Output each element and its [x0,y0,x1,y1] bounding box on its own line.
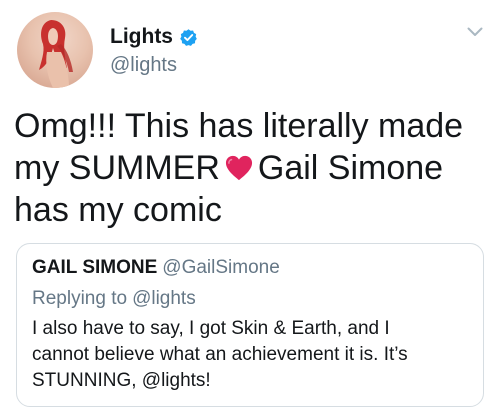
author-handle[interactable]: @lights [110,54,177,77]
avatar[interactable] [17,12,93,88]
tweet-card: Lights @lights Omg!!! This has literally… [0,0,500,419]
tweet-text-segment: Gail Simone [257,149,444,187]
replying-to-line: Replying to @lights [32,288,196,310]
quoted-tweet-header: GAIL SIMONE @GailSimone [32,257,280,279]
quoted-author-handle: @GailSimone [162,257,280,278]
quoted-author-name: GAIL SIMONE [32,257,158,278]
tweet-text: Omg!!! This has literally made my SUMMER… [14,105,484,231]
author-display-name[interactable]: Lights [110,25,173,49]
chevron-down-icon[interactable] [467,27,483,37]
tweet-text-line: Omg!!! This has literally made [14,107,464,145]
tweet-text-line: has my comic [14,191,222,229]
tweet-text-segment: my SUMMER [14,149,220,187]
quoted-text-line: I also have to say, I got Skin & Earth, … [32,318,390,339]
quoted-tweet-text: I also have to say, I got Skin & Earth, … [32,316,472,394]
red-heart-icon [225,155,252,181]
avatar-photo [39,20,73,88]
author-name-row: Lights [110,24,198,50]
quoted-text-line: STUNNING, @lights! [32,370,211,391]
quoted-tweet-card[interactable]: GAIL SIMONE @GailSimone Replying to @light… [16,243,484,407]
tweet-text-line: my SUMMER Gail Simone [14,147,484,189]
replying-to-label: Replying to [32,288,128,309]
verified-badge-icon [179,28,198,47]
quoted-text-line: cannot believe what an achievement it is… [32,344,408,365]
replying-to-handle[interactable]: @lights [132,288,196,309]
